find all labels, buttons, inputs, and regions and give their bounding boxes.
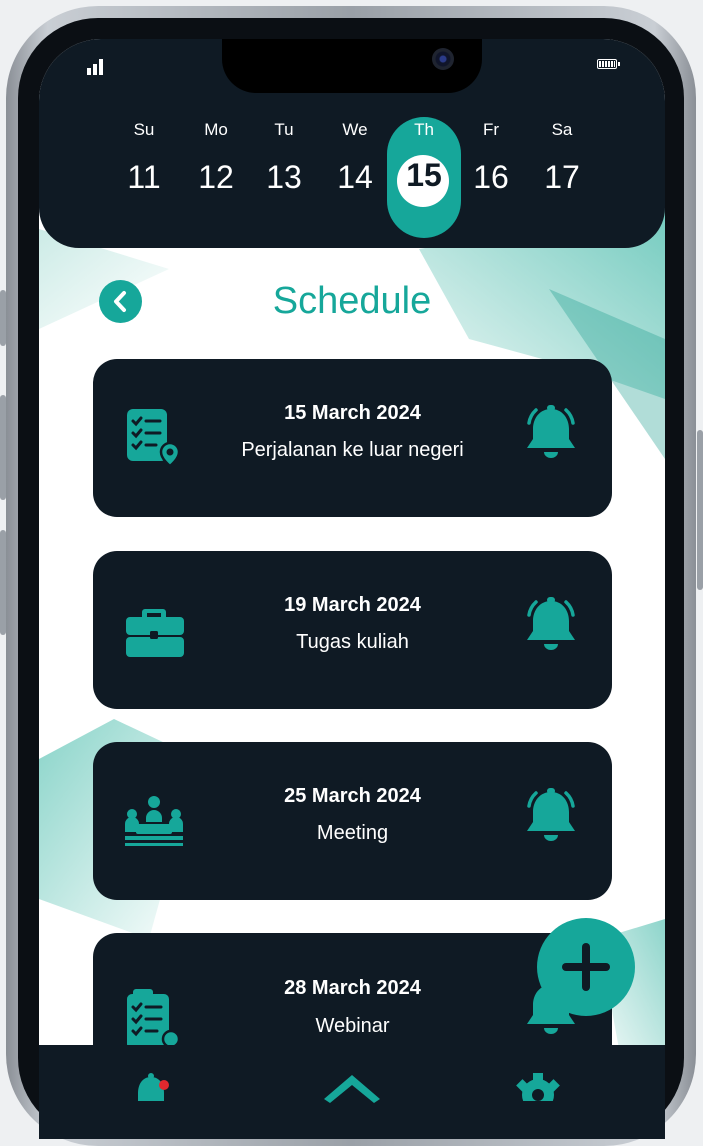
plus-icon bbox=[562, 943, 610, 991]
bell-ringing-icon[interactable] bbox=[523, 786, 579, 848]
day-name: Su bbox=[133, 120, 155, 139]
day-monday[interactable]: Mo 12 bbox=[181, 119, 251, 197]
day-number: 13 bbox=[266, 159, 302, 195]
phone-side-button bbox=[697, 430, 703, 590]
nav-notifications[interactable] bbox=[131, 1071, 175, 1101]
day-name: Th bbox=[414, 120, 434, 139]
day-name: We bbox=[342, 120, 368, 139]
bell-ringing-icon[interactable] bbox=[523, 403, 579, 465]
camera-icon bbox=[432, 48, 454, 70]
nav-settings[interactable] bbox=[513, 1071, 563, 1111]
bottom-navigation bbox=[39, 1045, 665, 1139]
day-name: Tu bbox=[274, 120, 294, 139]
phone-side-button bbox=[0, 290, 6, 346]
day-friday[interactable]: Fr 16 bbox=[456, 119, 526, 197]
phone-side-button bbox=[0, 395, 6, 500]
schedule-card[interactable]: 15 March 2024 Perjalanan ke luar negeri bbox=[93, 359, 612, 517]
settings-gear-icon bbox=[516, 1073, 560, 1111]
day-wednesday[interactable]: We 14 bbox=[320, 119, 390, 197]
day-saturday[interactable]: Sa 17 bbox=[527, 119, 597, 197]
day-number: 17 bbox=[544, 159, 580, 195]
bell-ringing-icon[interactable] bbox=[523, 595, 579, 657]
day-number: 12 bbox=[198, 159, 234, 195]
day-number: 16 bbox=[473, 159, 509, 195]
day-number: 15 bbox=[406, 157, 442, 193]
app-screen: Su 11 Mo 12 Tu 13 We 14 Th 15 Fr 16 Sa 1… bbox=[39, 39, 665, 1139]
day-thursday-selected[interactable]: Th 15 bbox=[387, 117, 461, 238]
add-schedule-button[interactable] bbox=[537, 918, 635, 1016]
phone-side-button bbox=[0, 530, 6, 635]
notification-bell-icon bbox=[138, 1073, 169, 1101]
signal-icon bbox=[87, 59, 111, 75]
page-title: Schedule bbox=[272, 280, 432, 322]
day-number: 14 bbox=[337, 159, 373, 195]
day-tuesday[interactable]: Tu 13 bbox=[249, 119, 319, 197]
battery-icon bbox=[597, 59, 620, 69]
day-number: 11 bbox=[127, 159, 161, 195]
day-name: Fr bbox=[482, 120, 500, 139]
nav-home[interactable] bbox=[324, 1073, 380, 1103]
day-sunday[interactable]: Su 11 bbox=[109, 119, 179, 197]
schedule-card[interactable]: 19 March 2024 Tugas kuliah bbox=[93, 551, 612, 709]
day-name: Mo bbox=[204, 120, 228, 139]
home-icon bbox=[324, 1075, 380, 1103]
schedule-card[interactable]: 25 March 2024 Meeting bbox=[93, 742, 612, 900]
camera-notch bbox=[222, 39, 482, 93]
day-name: Sa bbox=[551, 120, 573, 139]
